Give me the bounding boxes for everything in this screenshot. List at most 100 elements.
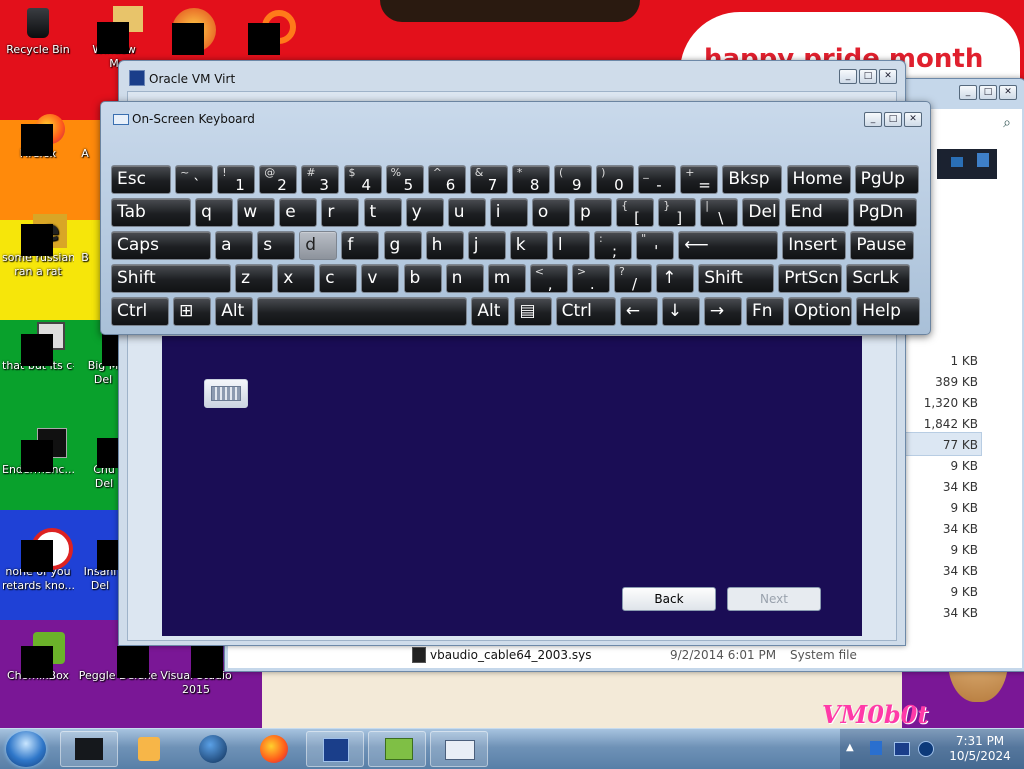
key-symbol[interactable]: $4 [343,165,382,194]
key-arrow-left[interactable]: ← [619,297,658,326]
key-symbol[interactable]: >. [571,264,610,293]
desktop-icon-endermanch[interactable]: Endermanc... [2,426,74,477]
key-arrow-down[interactable]: ↓ [661,297,700,326]
key-symbol[interactable]: {[ [616,198,655,227]
key-u[interactable]: u [447,198,486,227]
taskbar-button-osk[interactable] [430,731,488,767]
key-l[interactable]: l [551,231,590,260]
key-symbol[interactable]: #3 [301,165,340,194]
search-icon[interactable]: ⌕ [1003,115,1011,131]
key-windows[interactable]: ⊞ [173,297,212,326]
clock[interactable]: 7:31 PM 10/5/2024 [944,734,1016,764]
key-symbol[interactable]: ~ ` [175,165,214,194]
key-o[interactable]: o [531,198,570,227]
key-arrow-right[interactable]: → [703,297,742,326]
desktop-icon-chomikbox[interactable]: ChomikBox [2,632,74,683]
osk-titlebar[interactable]: On-Screen Keyboard _ □ ✕ [101,102,930,132]
taskbar-button-firefox[interactable] [246,733,304,765]
close-icon[interactable]: ✕ [879,69,897,84]
key-c[interactable]: c [319,264,358,293]
key-fn[interactable]: Fn [746,297,784,326]
key-shift[interactable]: Shift [698,264,775,293]
key-e[interactable]: e [279,198,318,227]
key-g[interactable]: g [383,231,422,260]
taskbar-button-globe[interactable] [184,733,242,765]
back-button[interactable]: Back [622,587,716,611]
next-button[interactable]: Next [727,587,821,611]
key-symbol[interactable]: ? / [614,264,652,293]
key-t[interactable]: t [363,198,402,227]
key-r[interactable]: r [321,198,360,227]
key-pgup[interactable]: PgUp [854,165,919,194]
key-scrlk[interactable]: ScrLk [846,264,911,293]
key-alt[interactable]: Alt [471,297,510,326]
key-s[interactable]: s [257,231,296,260]
key-f[interactable]: f [341,231,380,260]
key-q[interactable]: q [195,198,234,227]
key-insert[interactable]: Insert [782,231,847,260]
key-symbol[interactable]: :; [594,231,632,260]
key-symbol[interactable]: ^ 6 [427,165,466,194]
tray-vbox-icon[interactable] [894,742,910,756]
maximize-icon[interactable]: □ [979,85,997,100]
key-ctrl[interactable]: Ctrl [111,297,169,326]
key-symbol[interactable]: (9 [554,165,592,194]
desktop-icon-recycle-bin[interactable]: Recycle Bin [2,6,74,57]
key-symbol[interactable]: & 7 [469,165,508,194]
close-icon[interactable]: ✕ [999,85,1017,100]
key-symbol[interactable]: <, [529,264,568,293]
key-help[interactable]: Help [856,297,921,326]
key-d[interactable]: d [299,231,338,260]
taskbar-button-explorer[interactable] [368,731,426,767]
key-symbol[interactable]: @2 [259,165,298,194]
key-k[interactable]: k [509,231,548,260]
desktop-icon-insani[interactable]: Insani Del [80,528,127,593]
key-tab[interactable]: Tab [111,198,191,227]
key-end[interactable]: End [784,198,849,227]
key-j[interactable]: j [467,231,506,260]
key-prtscn[interactable]: PrtScn [778,264,843,293]
key-symbol[interactable]: + = [680,165,719,194]
key-arrow-up[interactable]: ↑ [656,264,695,293]
network-icon[interactable] [918,741,934,757]
minimize-icon[interactable]: _ [864,112,882,127]
close-icon[interactable]: ✕ [904,112,922,127]
key-del[interactable]: Del [742,198,781,227]
key-n[interactable]: n [445,264,484,293]
key-p[interactable]: p [574,198,612,227]
file-name[interactable]: vbaudio_cable64_2003.sys [430,648,591,662]
key-symbol[interactable]: _ - [638,165,677,194]
start-button[interactable] [6,731,46,767]
key-symbol[interactable]: % 5 [385,165,424,194]
key-shift[interactable]: Shift [111,264,231,293]
key-v[interactable]: v [361,264,400,293]
key-enter[interactable]: ⟵ [678,231,779,260]
key-bksp[interactable]: Bksp [722,165,783,194]
key-symbol[interactable]: | \ [700,198,739,227]
taskbar-button-player[interactable] [120,733,178,765]
key-symbol[interactable]: * 8 [511,165,550,194]
key-i[interactable]: i [489,198,528,227]
taskbar-button-virtualbox[interactable] [306,731,364,767]
key-menu[interactable]: ▤ [513,297,552,326]
key-pause[interactable]: Pause [850,231,915,260]
minimize-icon[interactable]: _ [959,85,977,100]
key-y[interactable]: y [405,198,444,227]
key-symbol[interactable]: }] [658,198,697,227]
key-options[interactable]: Options [788,297,853,326]
key-m[interactable]: m [487,264,526,293]
key-symbol[interactable]: ! 1 [217,165,256,194]
key-a[interactable]: a [215,231,254,260]
desktop-icon-csharp[interactable]: that but its c# [2,322,74,373]
key-esc[interactable]: Esc [111,165,171,194]
show-hidden-icons-icon[interactable]: ▲ [846,742,854,753]
key-h[interactable]: h [425,231,464,260]
key-x[interactable]: x [277,264,316,293]
desktop-icon-none-of-you[interactable]: none of you retards kno... [2,528,74,593]
key-pgdn[interactable]: PgDn [852,198,917,227]
key-symbol[interactable]: ) 0 [596,165,635,194]
tray-app-icon[interactable] [870,741,882,755]
key-ctrl[interactable]: Ctrl [555,297,616,326]
key-b[interactable]: b [403,264,442,293]
key-home[interactable]: Home [786,165,851,194]
